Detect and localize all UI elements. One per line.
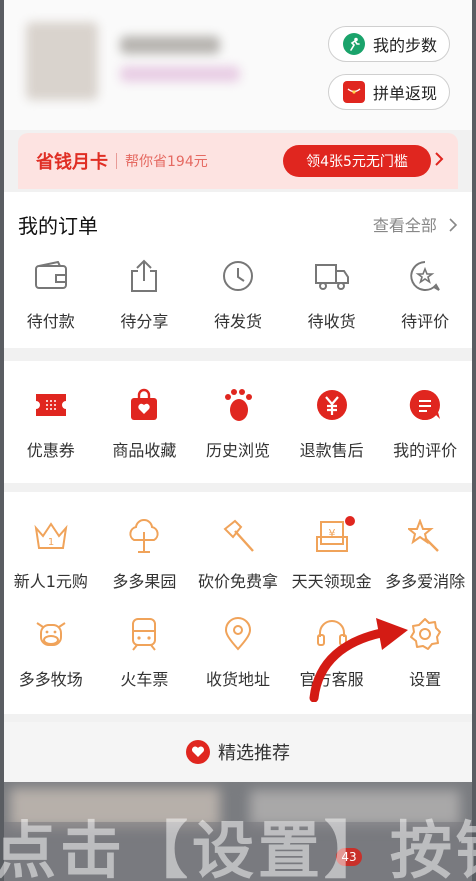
footprint-icon	[218, 385, 258, 425]
tool-history[interactable]: 历史浏览	[191, 385, 285, 461]
service-newcomer[interactable]: 1 新人1元购	[4, 516, 98, 592]
truck-icon	[312, 256, 352, 296]
annotation-arrow	[309, 618, 408, 702]
frame-edge	[472, 0, 476, 881]
order-item-label: 待付款	[26, 312, 75, 331]
frame-edge	[0, 0, 4, 881]
coupon-icon	[31, 385, 71, 425]
chevron-right-icon	[434, 151, 444, 172]
clock-icon	[218, 256, 258, 296]
recommend-label: 精选推荐	[218, 743, 290, 764]
red-envelope-icon	[343, 81, 365, 103]
savings-card[interactable]: 省钱月卡 帮你省194元 领4张5元无门槛	[18, 133, 458, 189]
order-pending-review[interactable]: 待评价	[378, 256, 472, 332]
profile-header: 我的步数 拼单返现	[0, 0, 476, 130]
tool-my-reviews[interactable]: 我的评价	[378, 385, 472, 461]
crown-icon: 1	[31, 516, 71, 556]
steps-label: 我的步数	[373, 36, 438, 55]
service-daily-cash[interactable]: ¥ 天天领现金	[285, 516, 379, 592]
notification-dot	[344, 516, 355, 526]
orders-section: 我的订单 查看全部 待付款 待分享 待发货 待收货 待评价	[4, 192, 472, 348]
service-orchard[interactable]: 多多果园	[98, 516, 192, 592]
group-cashback-label: 拼单返现	[373, 84, 438, 103]
savings-card-subtitle: 帮你省194元	[125, 154, 208, 170]
tool-label: 退款售后	[299, 441, 364, 460]
runner-icon	[343, 33, 365, 55]
service-elimination-game[interactable]: 多多爱消除	[378, 516, 472, 592]
view-all-label: 查看全部	[372, 216, 437, 235]
order-item-label: 待收货	[307, 312, 356, 331]
service-label: 多多牧场	[18, 670, 83, 689]
service-label: 天天领现金	[291, 572, 372, 591]
recommend-header: 精选推荐	[4, 722, 472, 782]
axe-icon	[218, 516, 258, 556]
service-label: 砍价免费拿	[197, 572, 278, 591]
tool-label: 历史浏览	[205, 441, 270, 460]
comment-icon	[405, 385, 445, 425]
order-item-label: 待发货	[213, 312, 262, 331]
share-icon	[124, 256, 164, 296]
service-bargain[interactable]: 砍价免费拿	[191, 516, 285, 592]
service-label: 多多果园	[112, 572, 177, 591]
tree-icon	[124, 516, 164, 556]
tutorial-caption: 点击【设置】按钮	[0, 814, 476, 881]
order-pending-share[interactable]: 待分享	[98, 256, 192, 332]
order-item-label: 待评价	[401, 312, 450, 331]
orders-title: 我的订单	[18, 214, 98, 238]
svg-text:¥: ¥	[328, 527, 335, 540]
tool-coupons[interactable]: 优惠券	[4, 385, 98, 461]
bag-heart-icon	[124, 385, 164, 425]
divider	[116, 153, 117, 169]
yuan-icon	[312, 385, 352, 425]
app-screen: 我的步数 拼单返现 省钱月卡 帮你省194元 领4张5元无门槛 我的订单 查看全…	[0, 0, 476, 881]
svg-text:1: 1	[48, 537, 54, 548]
service-ranch[interactable]: 多多牧场	[4, 614, 98, 690]
user-badge	[120, 66, 240, 82]
service-label: 火车票	[120, 670, 169, 689]
group-cashback-button[interactable]: 拼单返现	[328, 74, 450, 110]
order-pending-receipt[interactable]: 待收货	[285, 256, 379, 332]
steps-button[interactable]: 我的步数	[328, 26, 450, 62]
tool-label: 优惠券	[26, 441, 75, 460]
order-pending-shipment[interactable]: 待发货	[191, 256, 285, 332]
username	[120, 36, 220, 54]
tools-section: 优惠券 商品收藏 历史浏览 退款售后 我的评价	[4, 361, 472, 483]
service-train-tickets[interactable]: 火车票	[98, 614, 192, 690]
service-address[interactable]: 收货地址	[191, 614, 285, 690]
service-label: 新人1元购	[13, 572, 88, 591]
tool-label: 我的评价	[393, 441, 458, 460]
tool-favorites[interactable]: 商品收藏	[98, 385, 192, 461]
savings-card-title: 省钱月卡	[36, 152, 108, 173]
avatar[interactable]	[26, 22, 98, 100]
heart-icon	[186, 740, 210, 764]
review-bubble-icon	[405, 256, 445, 296]
tool-label: 商品收藏	[112, 441, 177, 460]
order-item-label: 待分享	[120, 312, 169, 331]
order-pending-payment[interactable]: 待付款	[4, 256, 98, 332]
chevron-right-icon	[449, 218, 458, 232]
view-all-orders-link[interactable]: 查看全部	[373, 212, 458, 236]
train-icon	[124, 614, 164, 654]
claim-coupon-button[interactable]: 领4张5元无门槛	[283, 145, 431, 177]
service-label: 收货地址	[205, 670, 270, 689]
tool-refunds[interactable]: 退款售后	[285, 385, 379, 461]
location-icon	[218, 614, 258, 654]
star-wand-icon	[405, 516, 445, 556]
cow-icon	[31, 614, 71, 654]
service-label: 多多爱消除	[385, 572, 466, 591]
wallet-icon	[31, 256, 71, 296]
